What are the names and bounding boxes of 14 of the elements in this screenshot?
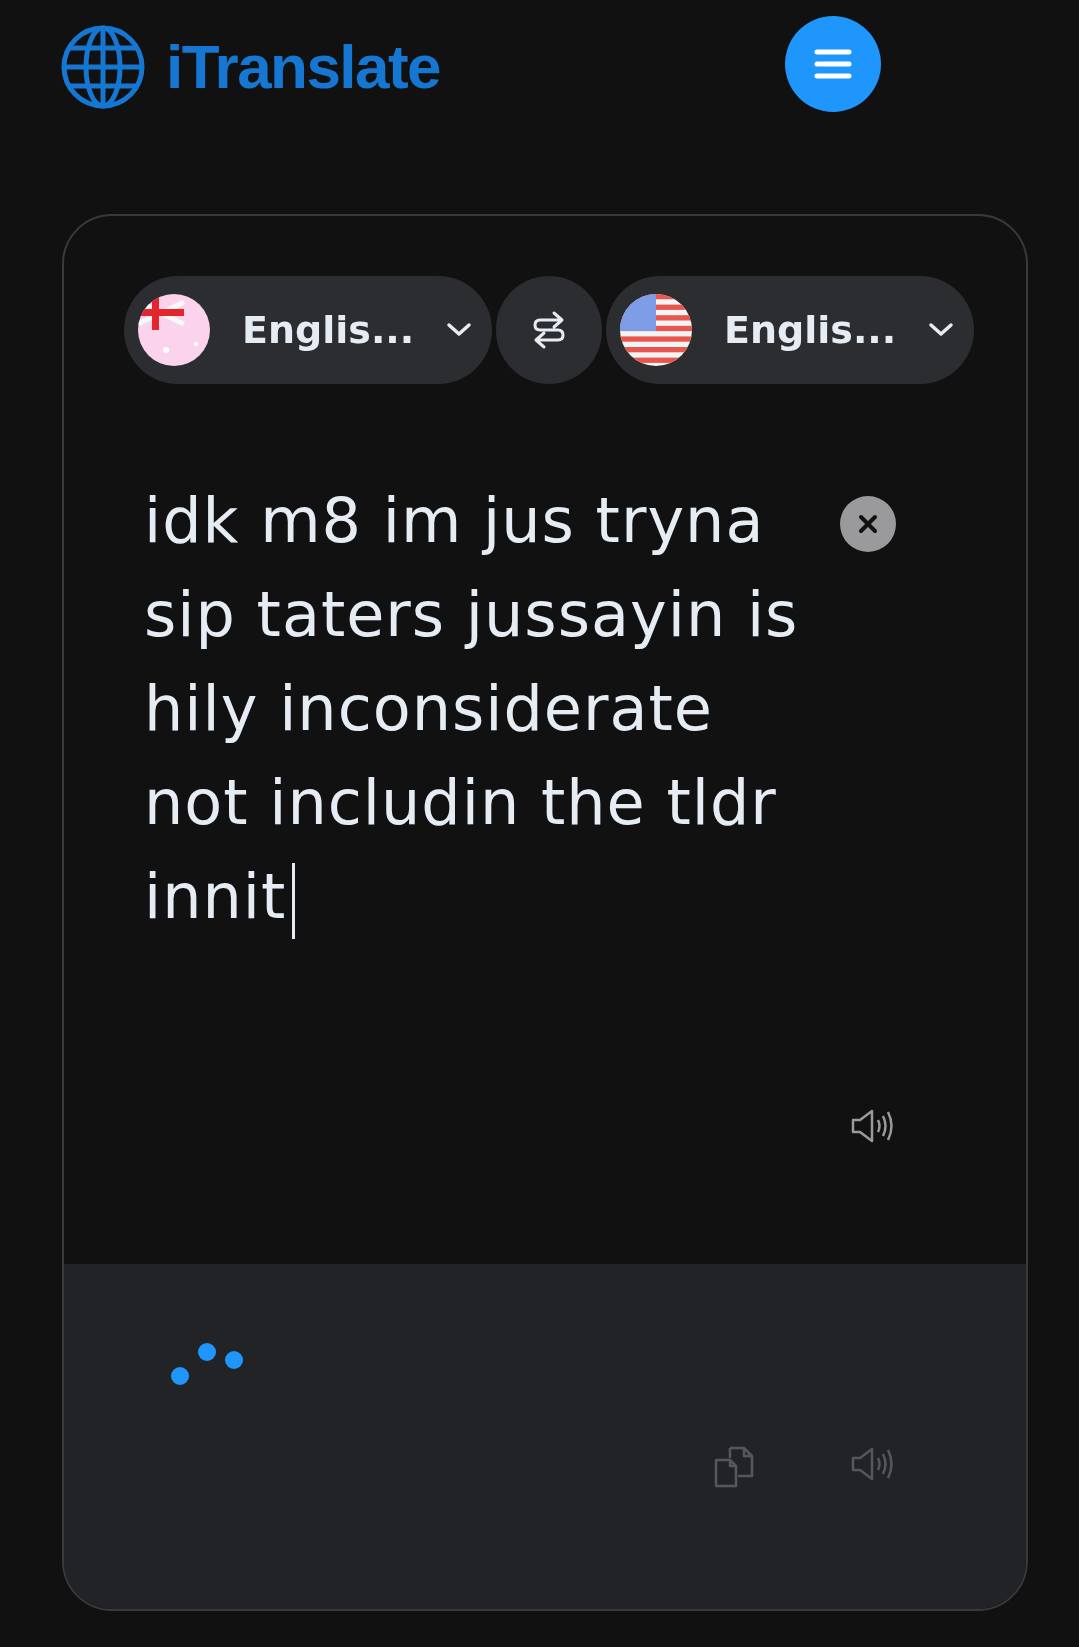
flag-icon	[620, 294, 692, 366]
swap-icon	[532, 310, 566, 350]
menu-icon	[814, 49, 852, 79]
clear-button[interactable]	[840, 496, 896, 552]
chevron-down-icon	[928, 322, 955, 338]
input-field[interactable]: idk m8 im jus tryna sip taters jussayin is hily inconsiderate not includin the tldr innit	[144, 474, 804, 944]
language-select[interactable]: Englis...	[124, 276, 492, 384]
language-select[interactable]: Englis...	[606, 276, 974, 384]
close-icon	[857, 513, 879, 535]
flag-icon	[138, 294, 210, 366]
globe-icon	[60, 23, 146, 110]
speaker-icon[interactable]	[850, 1108, 896, 1144]
logo-text: iTranslate	[166, 31, 440, 103]
chevron-down-icon	[446, 322, 473, 338]
